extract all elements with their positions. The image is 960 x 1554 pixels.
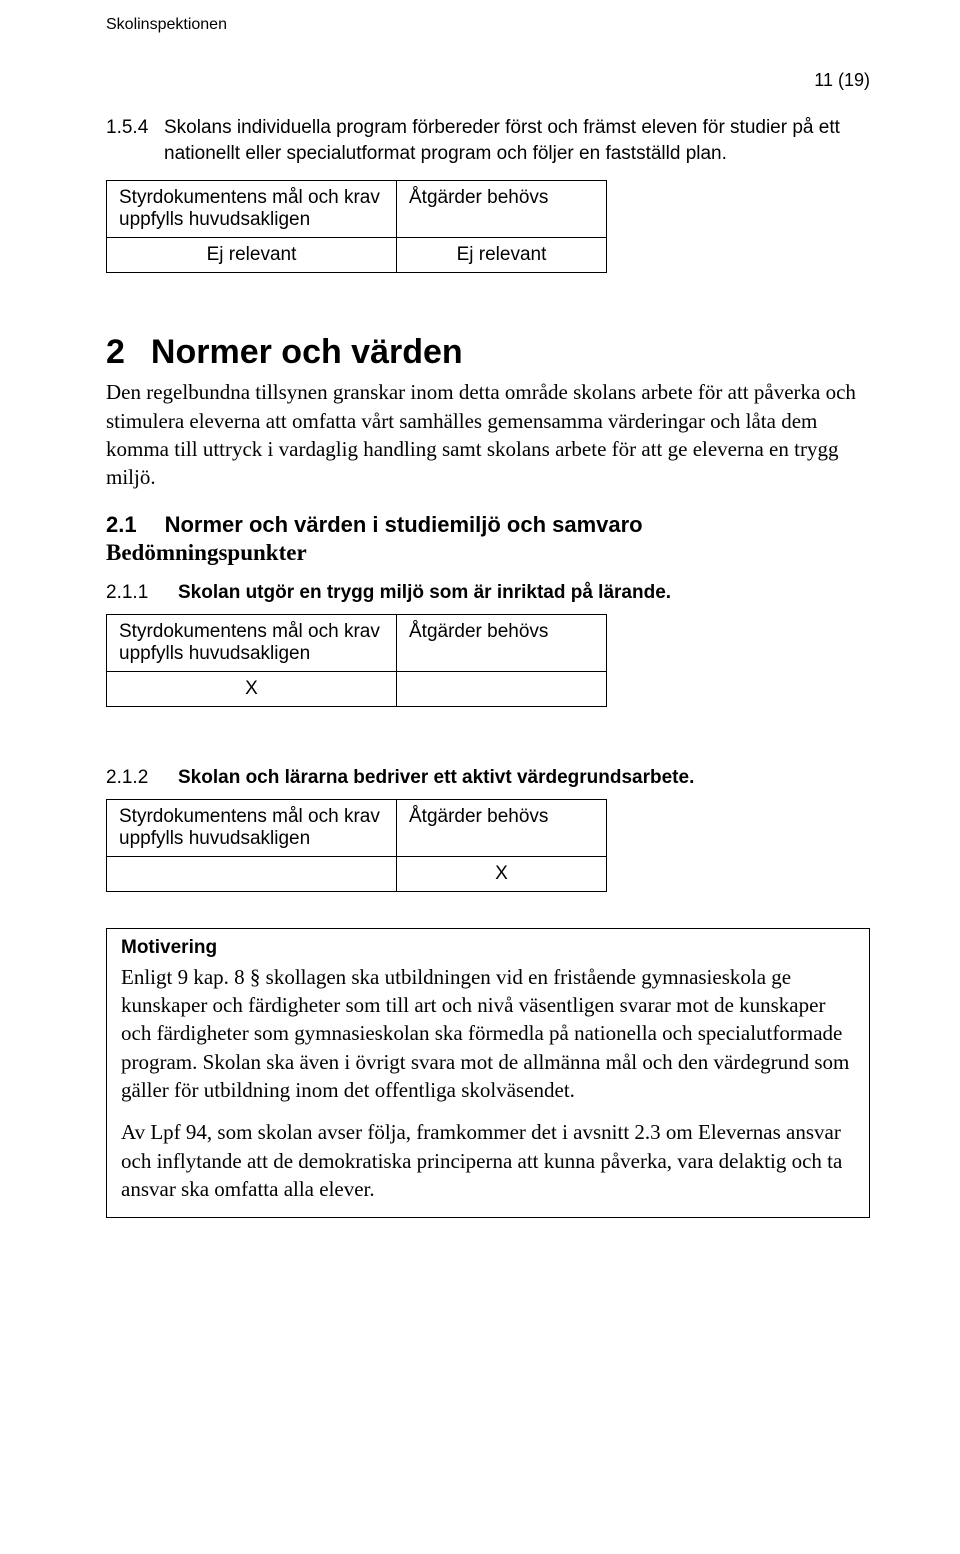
- item-text: Skolan och lärarna bedriver ett aktivt v…: [178, 767, 870, 789]
- item-number: 1.5.4: [106, 115, 164, 166]
- subsection-number: 2.1: [106, 512, 137, 538]
- motivering-paragraph-2: Av Lpf 94, som skolan avser följa, framk…: [121, 1118, 855, 1203]
- table-value-a: X: [107, 671, 397, 706]
- item-2-1-1: 2.1.1 Skolan utgör en trygg miljö som är…: [106, 582, 870, 604]
- item-text: Skolan utgör en trygg miljö som är inrik…: [178, 582, 870, 604]
- table-value-b: [397, 671, 607, 706]
- item-text: Skolans individuella program förbereder …: [164, 115, 870, 166]
- page-number: 11 (19): [106, 70, 870, 91]
- table-header-a: Styrdokumentens mål och krav uppfylls hu…: [107, 799, 397, 856]
- section-number: 2: [106, 333, 125, 372]
- table-value-a: [107, 856, 397, 891]
- item-2-1-2: 2.1.2 Skolan och lärarna bedriver ett ak…: [106, 767, 870, 789]
- table-header-a: Styrdokumentens mål och krav uppfylls hu…: [107, 181, 397, 238]
- item-1-5-4: 1.5.4 Skolans individuella program förbe…: [106, 115, 870, 166]
- motivering-paragraph-1: Enligt 9 kap. 8 § skollagen ska utbildni…: [121, 963, 855, 1105]
- org-name: Skolinspektionen: [106, 16, 870, 34]
- page: Skolinspektionen 11 (19) 1.5.4 Skolans i…: [0, 0, 960, 1554]
- motivering-box: Motivering Enligt 9 kap. 8 § skollagen s…: [106, 928, 870, 1219]
- table-value-b: Ej relevant: [397, 238, 607, 273]
- assessment-table-1-5-4: Styrdokumentens mål och krav uppfylls hu…: [106, 180, 607, 273]
- item-number: 2.1.1: [106, 582, 166, 604]
- table-value-a: Ej relevant: [107, 238, 397, 273]
- bedomningspunkter-heading: Bedömningspunkter: [106, 540, 870, 566]
- subsection-title: Normer och värden i studiemiljö och samv…: [165, 512, 643, 538]
- assessment-table-2-1-2: Styrdokumentens mål och krav uppfylls hu…: [106, 799, 607, 892]
- table-header-b: Åtgärder behövs: [397, 614, 607, 671]
- table-value-b: X: [397, 856, 607, 891]
- section-2-1-heading: 2.1 Normer och värden i studiemiljö och …: [106, 512, 870, 538]
- table-header-b: Åtgärder behövs: [397, 799, 607, 856]
- section-2-heading: 2 Normer och värden: [106, 333, 870, 372]
- motivering-title: Motivering: [121, 937, 855, 959]
- item-number: 2.1.2: [106, 767, 166, 789]
- table-header-b: Åtgärder behövs: [397, 181, 607, 238]
- assessment-table-2-1-1: Styrdokumentens mål och krav uppfylls hu…: [106, 614, 607, 707]
- table-header-a: Styrdokumentens mål och krav uppfylls hu…: [107, 614, 397, 671]
- section-2-intro: Den regelbundna tillsynen granskar inom …: [106, 378, 870, 491]
- section-title: Normer och värden: [151, 333, 463, 372]
